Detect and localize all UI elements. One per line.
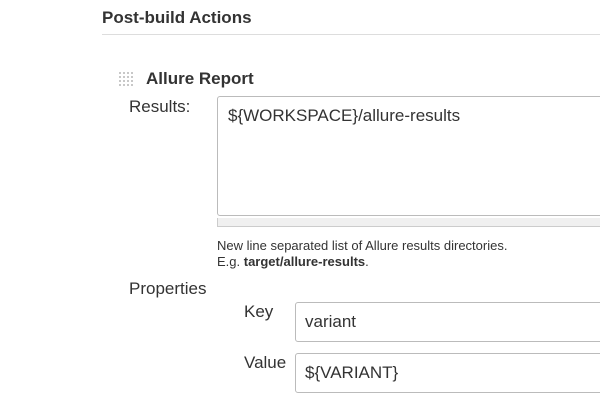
section-title: Post-build Actions xyxy=(102,8,252,27)
value-label: Value xyxy=(244,353,287,372)
key-label: Key xyxy=(244,302,274,321)
drag-handle-icon[interactable] xyxy=(119,72,135,88)
help-example-path: target/allure-results xyxy=(243,254,366,269)
results-textarea[interactable]: ${WORKSPACE}/allure-results xyxy=(217,96,600,216)
value-input[interactable]: ${VARIANT} xyxy=(295,353,600,393)
key-input[interactable]: variant xyxy=(295,302,600,342)
textarea-resize-handle[interactable] xyxy=(217,218,600,227)
section-divider xyxy=(102,34,600,35)
help-example-suffix: . xyxy=(365,254,369,269)
properties-label: Properties xyxy=(129,279,207,298)
help-line-2: E.g. target/allure-results. xyxy=(217,254,507,270)
results-label: Results: xyxy=(129,97,191,116)
help-line-1: New line separated list of Allure result… xyxy=(217,238,508,253)
results-help-text: New line separated list of Allure result… xyxy=(217,238,507,270)
help-example-prefix: E.g. xyxy=(217,254,244,269)
allure-report-title: Allure Report xyxy=(146,69,254,88)
post-build-actions-page: Post-build Actions Allure Report Results… xyxy=(0,0,600,411)
